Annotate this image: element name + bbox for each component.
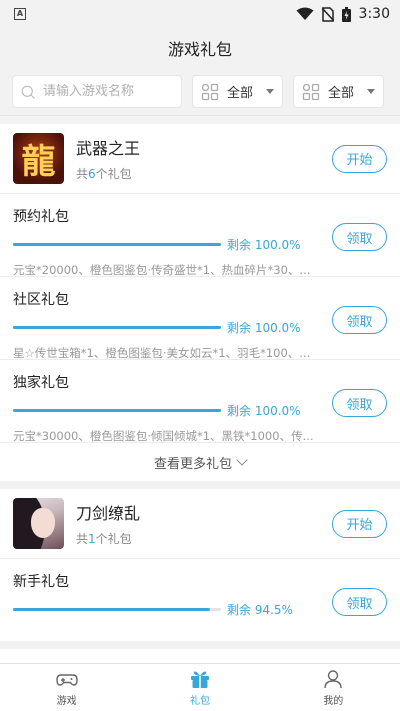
gift-item: 社区礼包 剩余 100.0% 星☆传世宝箱*1、橙色图鉴包·美女如云*1、羽毛*… [0,277,400,360]
remaining-text: 剩余 100.0% [227,404,301,418]
status-icons: 3:30 [296,6,390,22]
remaining-progress-bar [13,243,221,246]
type-dropdown[interactable]: 全部 [293,75,384,108]
filter-bar: 全部 全部 [0,68,400,116]
tab-mine[interactable]: 我的 [267,664,400,711]
page-title: 游戏礼包 [0,28,400,68]
gift-description: 星☆传世宝箱*1、橙色图鉴包·美女如云*1、羽毛*100、... [13,346,311,360]
tab-label: 我的 [323,696,344,707]
gift-icon [190,671,209,688]
gift-title: 预约礼包 [13,209,69,225]
caret-down-icon [367,89,375,94]
game-title: 武器之王 [76,139,141,158]
battery-icon [341,6,351,22]
claim-button[interactable]: 领取 [332,306,387,334]
game-card: 刀剑缭乱 共1个礼包 开始 新手礼包 剩余 94.5% 领取 [0,489,400,641]
gift-title: 社区礼包 [13,292,69,308]
remaining-text: 剩余 94.5% [227,603,293,617]
grid-icon [302,83,320,100]
category-dropdown-label: 全部 [227,86,254,101]
game-icon[interactable]: 龍 [13,133,64,184]
claim-button[interactable]: 领取 [332,588,387,616]
search-box[interactable] [12,75,182,108]
claim-button[interactable]: 领取 [332,223,387,251]
clock: 3:30 [358,6,390,22]
remaining-progress-bar [13,608,221,611]
game-header: 刀剑缭乱 共1个礼包 开始 [0,489,400,559]
view-more-gifts-link[interactable]: 查看更多礼包 [0,443,400,481]
gift-title: 新手礼包 [13,574,69,590]
grid-icon [201,83,219,100]
no-sim-icon [321,6,334,22]
start-button[interactable]: 开始 [332,509,387,538]
game-header: 龍 武器之王 共6个礼包 开始 [0,124,400,194]
gift-item: 新手礼包 剩余 94.5% 领取 [0,559,400,641]
game-title: 刀剑缭乱 [76,504,141,523]
remaining-text: 剩余 100.0% [227,321,301,335]
notification-icon: A [14,8,26,20]
gift-count: 共6个礼包 [76,167,132,181]
claim-button[interactable]: 领取 [332,389,387,417]
search-icon [21,85,35,99]
status-bar: A 3:30 [0,0,400,28]
tab-label: 礼包 [189,696,210,707]
game-card: 龍 武器之王 共6个礼包 开始 预约礼包 剩余 100.0% 元宝*20000、… [0,124,400,481]
tab-label: 游戏 [56,696,77,707]
view-more-label: 查看更多礼包 [153,456,232,472]
caret-down-icon [266,89,274,94]
remaining-progress-bar [13,326,221,329]
game-icon[interactable] [13,498,64,549]
gift-title: 独家礼包 [13,375,69,391]
bottom-tab-bar: 游戏 礼包 我的 [0,663,400,711]
search-input[interactable] [43,84,173,99]
tab-games[interactable]: 游戏 [0,664,133,711]
remaining-text: 剩余 100.0% [227,238,301,252]
user-icon [324,670,343,689]
chevron-down-icon [236,454,248,466]
start-button[interactable]: 开始 [332,144,387,173]
gift-item: 预约礼包 剩余 100.0% 元宝*20000、橙色图鉴包·传奇盛世*1、热血碎… [0,194,400,277]
gift-description: 元宝*20000、橙色图鉴包·传奇盛世*1、热血碎片*30、... [13,263,311,277]
category-dropdown[interactable]: 全部 [192,75,283,108]
gift-description: 元宝*30000、橙色图鉴包·倾国倾城*1、黑铁*1000、传... [13,429,314,443]
gamepad-icon [55,674,78,686]
tab-gifts[interactable]: 礼包 [133,664,266,711]
remaining-progress-bar [13,409,221,412]
wifi-icon [296,7,314,20]
gift-count: 共1个礼包 [76,532,132,546]
type-dropdown-label: 全部 [328,86,355,101]
gift-item: 独家礼包 剩余 100.0% 元宝*30000、橙色图鉴包·倾国倾城*1、黑铁*… [0,360,400,443]
